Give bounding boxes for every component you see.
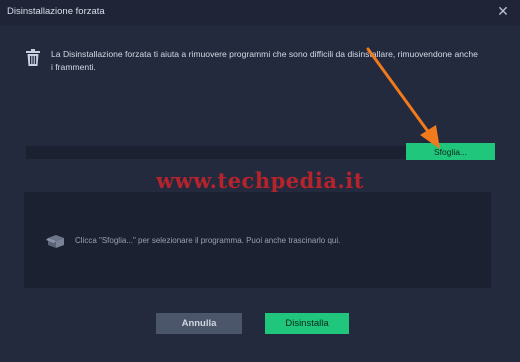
uninstall-button[interactable]: Disinstalla	[265, 313, 349, 334]
watermark: www.techpedia.it	[156, 168, 364, 193]
box-icon	[46, 235, 64, 248]
trash-icon	[26, 49, 40, 66]
title-bar: Disinstallazione forzata ✕	[0, 0, 520, 26]
window-title: Disinstallazione forzata	[7, 6, 105, 17]
info-description: La Disinstallazione forzata ti aiuta a r…	[51, 49, 478, 72]
drop-zone-hint: Clicca "Sfoglia..." per selezionare il p…	[75, 236, 341, 245]
close-icon[interactable]: ✕	[496, 4, 510, 18]
browse-button[interactable]: Sfoglia...	[406, 143, 495, 160]
cancel-button[interactable]: Annulla	[156, 313, 242, 334]
program-path-field[interactable]	[26, 146, 409, 159]
